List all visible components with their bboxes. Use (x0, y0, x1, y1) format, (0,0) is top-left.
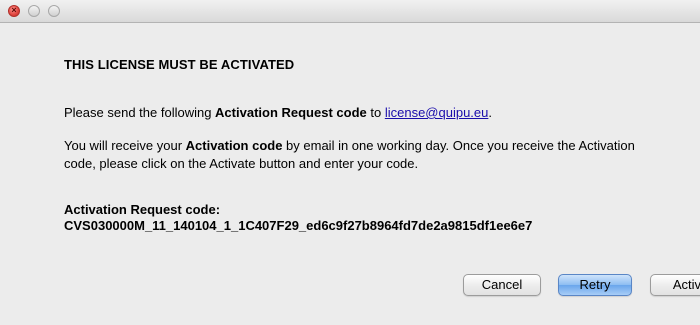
title-bar: × (0, 0, 700, 23)
cancel-button[interactable]: Cancel (463, 274, 541, 296)
send-prefix: Please send the following (64, 105, 216, 120)
dialog-heading: THIS LICENSE MUST BE ACTIVATED (64, 57, 295, 72)
info-prefix: You will receive your (64, 138, 186, 153)
close-glyph: × (11, 5, 17, 15)
minimize-icon[interactable] (28, 5, 40, 17)
send-bold: Activation Request code (215, 105, 367, 120)
info-bold: Activation code (185, 138, 283, 153)
close-icon[interactable]: × (8, 5, 20, 17)
retry-button[interactable]: Retry (558, 274, 632, 296)
activate-button[interactable]: Activate (650, 274, 700, 296)
send-mid: to (366, 105, 385, 120)
license-dialog-window: × THIS LICENSE MUST BE ACTIVATED Please … (0, 0, 700, 325)
send-suffix: . (488, 105, 492, 120)
info-paragraph: You will receive your Activation code by… (64, 137, 664, 173)
send-instruction: Please send the following Activation Req… (64, 105, 492, 120)
activation-code-value: CVS030000M_11_140104_1_1C407F29_ed6c9f27… (64, 218, 533, 233)
activation-code-label: Activation Request code: (64, 202, 221, 217)
email-link[interactable]: license@quipu.eu (385, 105, 489, 120)
maximize-icon[interactable] (48, 5, 60, 17)
